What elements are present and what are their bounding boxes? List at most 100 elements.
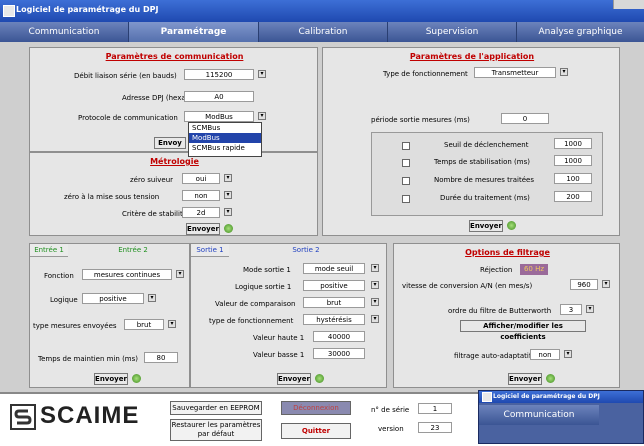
order-label: ordre du filtre de Butterworth [448,307,552,315]
trigger-checkbox[interactable] [402,142,410,150]
send-inputs-button[interactable]: Envoyer [94,373,128,385]
hold-time-field[interactable]: 80 [144,352,178,363]
low-value-label: Valeur basse 1 [253,351,305,359]
tab-sortie-2[interactable]: Sortie 2 [287,244,325,256]
low-value-field[interactable]: 30000 [313,348,365,359]
zero-tracker-select[interactable]: oui [182,173,220,184]
zero-power-select[interactable]: non [182,190,220,201]
tab-entree-1[interactable]: Entrée 1 [30,244,68,257]
baud-dropdown-icon[interactable]: ▾ [258,70,266,78]
compare-dropdown-icon[interactable]: ▾ [371,298,379,306]
scaime-logo-icon [10,404,36,430]
count-checkbox[interactable] [402,177,410,185]
function-select[interactable]: mesures continues [82,269,172,280]
stability-dropdown-icon[interactable]: ▾ [224,208,232,216]
stab-time-checkbox[interactable] [402,159,410,167]
tab-sortie-1[interactable]: Sortie 1 [191,244,229,257]
tab-calibration[interactable]: Calibration [259,22,388,42]
processing-group: Seuil de déclenchement 1000 Temps de sta… [371,132,603,216]
protocol-label: Protocole de communication [78,114,178,122]
speed-select[interactable]: 960 [570,279,598,290]
output-type-dropdown-icon[interactable]: ▾ [371,315,379,323]
send-metrologie-button[interactable]: Envoyer [186,223,220,235]
protocol-option-scmbus[interactable]: SCMBus [189,123,261,133]
overlay-tab-communication[interactable]: Communication [479,405,599,425]
output-logic-dropdown-icon[interactable]: ▾ [371,281,379,289]
measure-type-select[interactable]: brut [124,319,164,330]
tab-analyse-graphique[interactable]: Analyse graphique [517,22,644,42]
address-label: Adresse DPJ (hexa) [122,94,189,102]
application-panel: Paramètres de l'application Type de fonc… [322,47,620,236]
function-dropdown-icon[interactable]: ▾ [176,270,184,278]
protocol-option-modbus[interactable]: ModBus [189,133,261,143]
output-mode-dropdown-icon[interactable]: ▾ [371,264,379,272]
quit-button[interactable]: Quitter [281,423,351,439]
mode-select[interactable]: Transmetteur [474,67,556,78]
output-type-select[interactable]: hystérésis [303,314,365,325]
order-stepper-icon[interactable]: ▾ [586,305,594,313]
baud-field[interactable]: 115200 [184,69,254,80]
protocol-dropdown-icon[interactable]: ▾ [258,112,266,120]
version-label: version [378,425,404,433]
high-value-label: Valeur haute 1 [253,334,305,342]
tab-supervision[interactable]: Supervision [388,22,517,42]
coefficients-button[interactable]: Afficher/modifier les coefficients [460,320,586,341]
serial-field: 1 [418,403,452,414]
zero-power-dropdown-icon[interactable]: ▾ [224,191,232,199]
save-eeprom-button[interactable]: Sauvegarder en EEPROM [170,401,262,415]
communication-panel: Paramètres de communication Débit liaiso… [29,47,318,152]
input-logic-dropdown-icon[interactable]: ▾ [148,294,156,302]
mode-dropdown-icon[interactable]: ▾ [560,68,568,76]
zero-tracker-dropdown-icon[interactable]: ▾ [224,174,232,182]
speed-label: vitesse de conversion A/N (en mes/s) [402,282,533,290]
output-mode-select[interactable]: mode seuil [303,263,365,274]
count-field[interactable]: 100 [554,173,592,184]
rejection-label: Réjection [480,266,513,274]
period-field[interactable]: 0 [501,113,549,124]
protocol-select[interactable]: ModBus [184,111,254,122]
adaptive-select[interactable]: non [530,349,560,360]
output-type-label: type de fonctionnement [209,317,294,325]
high-value-field[interactable]: 40000 [313,331,365,342]
version-field: 23 [418,422,452,433]
tab-parametrage[interactable]: Paramétrage [129,22,259,42]
order-field[interactable]: 3 [560,304,582,315]
address-field[interactable]: A0 [184,91,254,102]
output-logic-select[interactable]: positive [303,280,365,291]
count-label: Nombre de mesures traitées [434,176,534,184]
adaptive-label: filtrage auto-adaptatif [454,352,532,360]
duration-label: Durée du traitement (ms) [440,194,530,202]
trigger-field[interactable]: 1000 [554,138,592,149]
overlay-app-icon [482,392,492,402]
rejection-indicator: 60 Hz [520,264,548,275]
overlay-window[interactable]: Logiciel de paramétrage du DPJ Communica… [478,390,644,444]
output-logic-label: Logique sortie 1 [235,283,292,291]
window-title: Logiciel de paramétrage du DPJ [16,5,159,14]
outputs-panel: Sortie 1 Sortie 2 Mode sortie 1 mode seu… [190,243,387,388]
restore-defaults-button[interactable]: Restaurer les paramètres par défaut [170,419,262,441]
send-outputs-button[interactable]: Envoyer [277,373,311,385]
overlay-window-title: Logiciel de paramétrage du DPJ [493,393,600,400]
input-logic-select[interactable]: positive [82,293,144,304]
disconnect-button[interactable]: Déconnexion [281,401,351,415]
window-controls[interactable] [613,0,644,9]
stability-select[interactable]: 2d [182,207,220,218]
metrologie-panel: Métrologie zéro suiveur oui ▾ zéro à la … [29,152,318,236]
compare-select[interactable]: brut [303,297,365,308]
measure-type-dropdown-icon[interactable]: ▾ [168,320,176,328]
scaime-logo: SCAIME [10,400,150,434]
protocol-option-scmbus-rapide[interactable]: SCMBus rapide [189,143,261,153]
send-filter-button[interactable]: Envoyer [508,373,542,385]
metrologie-heading: Métrologie [150,157,199,166]
send-communication-button[interactable]: Envoy [154,137,186,149]
duration-checkbox[interactable] [402,195,410,203]
tab-entree-2[interactable]: Entrée 2 [114,244,152,256]
hold-time-label: Temps de maintien min (ms) [38,355,139,363]
tab-communication[interactable]: Communication [0,22,129,42]
duration-field[interactable]: 200 [554,191,592,202]
speed-dropdown-icon[interactable]: ▾ [602,280,610,288]
adaptive-dropdown-icon[interactable]: ▾ [564,350,572,358]
send-application-button[interactable]: Envoyer [469,220,503,232]
inputs-status-led [132,374,141,383]
stab-time-field[interactable]: 1000 [554,155,592,166]
